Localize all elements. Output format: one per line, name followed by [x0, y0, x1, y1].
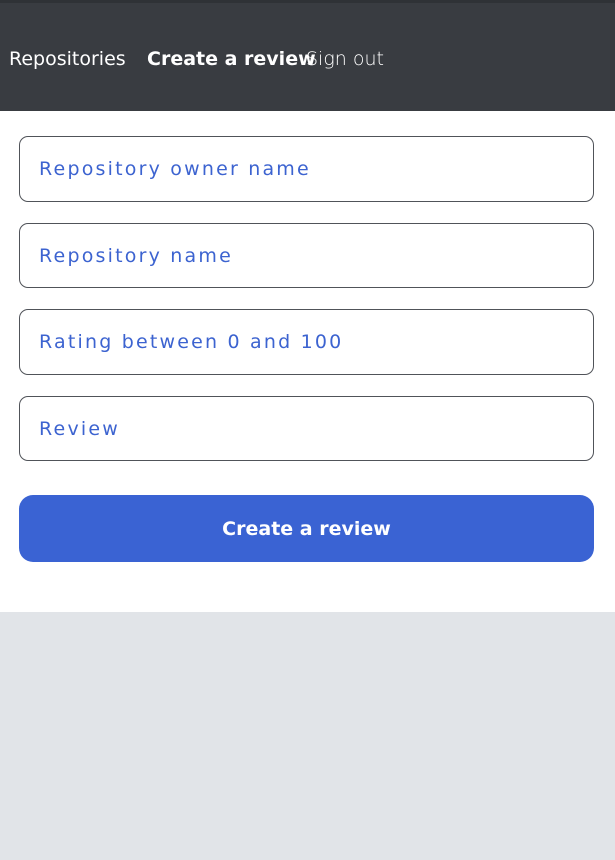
nav-tab-repositories[interactable]: Repositories: [9, 47, 126, 71]
repository-owner-input[interactable]: [19, 136, 594, 202]
create-review-button[interactable]: Create a review: [19, 495, 594, 562]
review-form: Create a review: [0, 111, 615, 612]
nav-tab-create-review[interactable]: Create a review: [147, 47, 316, 71]
repository-name-input[interactable]: [19, 223, 594, 288]
app-bar: Repositories Create a review Sign out: [0, 0, 615, 111]
rating-input[interactable]: [19, 309, 594, 375]
nav-tab-sign-out[interactable]: Sign out: [306, 47, 384, 71]
review-input[interactable]: [19, 396, 594, 461]
